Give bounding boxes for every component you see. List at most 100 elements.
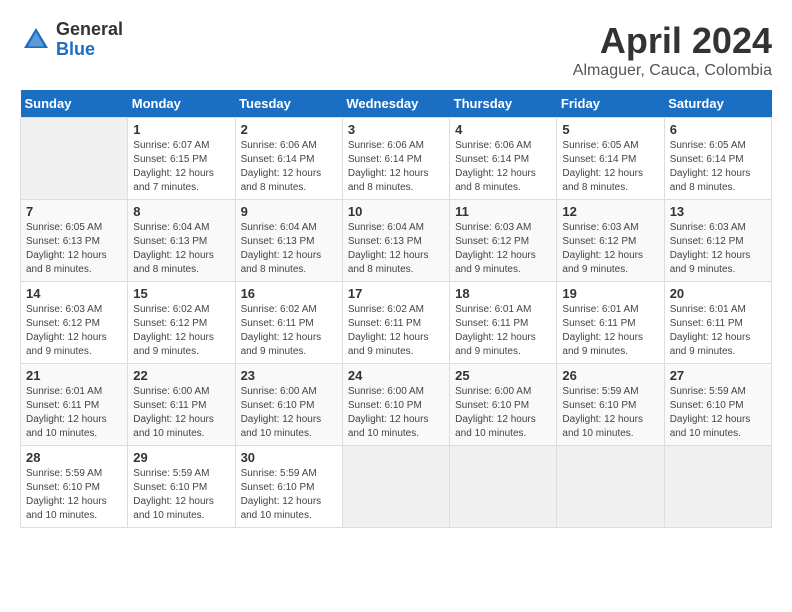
day-info: Sunrise: 6:00 AMSunset: 6:10 PMDaylight:…	[348, 385, 444, 441]
day-number: 29	[133, 450, 229, 465]
day-info: Sunrise: 6:03 AMSunset: 6:12 PMDaylight:…	[670, 221, 766, 277]
day-info: Sunrise: 5:59 AMSunset: 6:10 PMDaylight:…	[562, 385, 658, 441]
table-row: 11 Sunrise: 6:03 AMSunset: 6:12 PMDaylig…	[450, 200, 557, 282]
day-number: 19	[562, 286, 658, 301]
table-row: 20 Sunrise: 6:01 AMSunset: 6:11 PMDaylig…	[664, 282, 771, 364]
day-number: 25	[455, 368, 551, 383]
table-row	[21, 118, 128, 200]
day-info: Sunrise: 6:03 AMSunset: 6:12 PMDaylight:…	[455, 221, 551, 277]
day-number: 12	[562, 204, 658, 219]
calendar-week-row: 14 Sunrise: 6:03 AMSunset: 6:12 PMDaylig…	[21, 282, 772, 364]
day-number: 18	[455, 286, 551, 301]
table-row: 21 Sunrise: 6:01 AMSunset: 6:11 PMDaylig…	[21, 364, 128, 446]
header-monday: Monday	[128, 90, 235, 118]
logo-blue-text: Blue	[56, 40, 123, 60]
day-number: 17	[348, 286, 444, 301]
day-number: 7	[26, 204, 122, 219]
table-row: 5 Sunrise: 6:05 AMSunset: 6:14 PMDayligh…	[557, 118, 664, 200]
page-header: General Blue April 2024 Almaguer, Cauca,…	[20, 20, 772, 80]
table-row: 24 Sunrise: 6:00 AMSunset: 6:10 PMDaylig…	[342, 364, 449, 446]
table-row: 9 Sunrise: 6:04 AMSunset: 6:13 PMDayligh…	[235, 200, 342, 282]
table-row: 22 Sunrise: 6:00 AMSunset: 6:11 PMDaylig…	[128, 364, 235, 446]
day-info: Sunrise: 6:00 AMSunset: 6:11 PMDaylight:…	[133, 385, 229, 441]
header-thursday: Thursday	[450, 90, 557, 118]
calendar-week-row: 7 Sunrise: 6:05 AMSunset: 6:13 PMDayligh…	[21, 200, 772, 282]
table-row: 18 Sunrise: 6:01 AMSunset: 6:11 PMDaylig…	[450, 282, 557, 364]
day-number: 14	[26, 286, 122, 301]
table-row: 15 Sunrise: 6:02 AMSunset: 6:12 PMDaylig…	[128, 282, 235, 364]
table-row	[342, 446, 449, 528]
day-number: 30	[241, 450, 337, 465]
table-row	[557, 446, 664, 528]
table-row: 30 Sunrise: 5:59 AMSunset: 6:10 PMDaylig…	[235, 446, 342, 528]
day-number: 4	[455, 122, 551, 137]
day-number: 9	[241, 204, 337, 219]
day-number: 24	[348, 368, 444, 383]
day-info: Sunrise: 6:03 AMSunset: 6:12 PMDaylight:…	[562, 221, 658, 277]
calendar-week-row: 21 Sunrise: 6:01 AMSunset: 6:11 PMDaylig…	[21, 364, 772, 446]
table-row: 10 Sunrise: 6:04 AMSunset: 6:13 PMDaylig…	[342, 200, 449, 282]
day-number: 10	[348, 204, 444, 219]
day-info: Sunrise: 6:06 AMSunset: 6:14 PMDaylight:…	[348, 139, 444, 195]
day-info: Sunrise: 5:59 AMSunset: 6:10 PMDaylight:…	[133, 467, 229, 523]
day-number: 26	[562, 368, 658, 383]
day-number: 2	[241, 122, 337, 137]
table-row: 26 Sunrise: 5:59 AMSunset: 6:10 PMDaylig…	[557, 364, 664, 446]
table-row: 1 Sunrise: 6:07 AMSunset: 6:15 PMDayligh…	[128, 118, 235, 200]
day-info: Sunrise: 6:05 AMSunset: 6:13 PMDaylight:…	[26, 221, 122, 277]
table-row: 12 Sunrise: 6:03 AMSunset: 6:12 PMDaylig…	[557, 200, 664, 282]
table-row: 4 Sunrise: 6:06 AMSunset: 6:14 PMDayligh…	[450, 118, 557, 200]
day-info: Sunrise: 6:06 AMSunset: 6:14 PMDaylight:…	[241, 139, 337, 195]
day-number: 11	[455, 204, 551, 219]
calendar-table: Sunday Monday Tuesday Wednesday Thursday…	[20, 90, 772, 528]
table-row: 13 Sunrise: 6:03 AMSunset: 6:12 PMDaylig…	[664, 200, 771, 282]
table-row: 29 Sunrise: 5:59 AMSunset: 6:10 PMDaylig…	[128, 446, 235, 528]
day-info: Sunrise: 6:00 AMSunset: 6:10 PMDaylight:…	[455, 385, 551, 441]
day-info: Sunrise: 6:04 AMSunset: 6:13 PMDaylight:…	[241, 221, 337, 277]
header-sunday: Sunday	[21, 90, 128, 118]
logo-general-text: General	[56, 20, 123, 40]
table-row: 27 Sunrise: 5:59 AMSunset: 6:10 PMDaylig…	[664, 364, 771, 446]
table-row: 19 Sunrise: 6:01 AMSunset: 6:11 PMDaylig…	[557, 282, 664, 364]
day-number: 16	[241, 286, 337, 301]
header-wednesday: Wednesday	[342, 90, 449, 118]
month-year-title: April 2024	[573, 20, 772, 62]
day-info: Sunrise: 5:59 AMSunset: 6:10 PMDaylight:…	[26, 467, 122, 523]
day-info: Sunrise: 6:03 AMSunset: 6:12 PMDaylight:…	[26, 303, 122, 359]
day-info: Sunrise: 6:02 AMSunset: 6:11 PMDaylight:…	[241, 303, 337, 359]
day-info: Sunrise: 6:01 AMSunset: 6:11 PMDaylight:…	[670, 303, 766, 359]
location-subtitle: Almaguer, Cauca, Colombia	[573, 62, 772, 80]
title-block: April 2024 Almaguer, Cauca, Colombia	[573, 20, 772, 80]
day-number: 15	[133, 286, 229, 301]
day-info: Sunrise: 5:59 AMSunset: 6:10 PMDaylight:…	[670, 385, 766, 441]
day-number: 5	[562, 122, 658, 137]
calendar-week-row: 1 Sunrise: 6:07 AMSunset: 6:15 PMDayligh…	[21, 118, 772, 200]
day-number: 23	[241, 368, 337, 383]
logo: General Blue	[20, 20, 123, 60]
table-row: 8 Sunrise: 6:04 AMSunset: 6:13 PMDayligh…	[128, 200, 235, 282]
table-row	[450, 446, 557, 528]
table-row: 28 Sunrise: 5:59 AMSunset: 6:10 PMDaylig…	[21, 446, 128, 528]
day-info: Sunrise: 6:05 AMSunset: 6:14 PMDaylight:…	[562, 139, 658, 195]
day-info: Sunrise: 6:07 AMSunset: 6:15 PMDaylight:…	[133, 139, 229, 195]
day-number: 6	[670, 122, 766, 137]
day-info: Sunrise: 5:59 AMSunset: 6:10 PMDaylight:…	[241, 467, 337, 523]
day-number: 13	[670, 204, 766, 219]
day-number: 27	[670, 368, 766, 383]
day-info: Sunrise: 6:02 AMSunset: 6:12 PMDaylight:…	[133, 303, 229, 359]
logo-icon	[20, 24, 52, 56]
header-saturday: Saturday	[664, 90, 771, 118]
table-row: 3 Sunrise: 6:06 AMSunset: 6:14 PMDayligh…	[342, 118, 449, 200]
day-info: Sunrise: 6:04 AMSunset: 6:13 PMDaylight:…	[133, 221, 229, 277]
day-info: Sunrise: 6:01 AMSunset: 6:11 PMDaylight:…	[562, 303, 658, 359]
day-number: 8	[133, 204, 229, 219]
calendar-header-row: Sunday Monday Tuesday Wednesday Thursday…	[21, 90, 772, 118]
day-info: Sunrise: 6:01 AMSunset: 6:11 PMDaylight:…	[455, 303, 551, 359]
table-row: 7 Sunrise: 6:05 AMSunset: 6:13 PMDayligh…	[21, 200, 128, 282]
day-number: 21	[26, 368, 122, 383]
day-number: 22	[133, 368, 229, 383]
header-friday: Friday	[557, 90, 664, 118]
day-info: Sunrise: 6:04 AMSunset: 6:13 PMDaylight:…	[348, 221, 444, 277]
day-info: Sunrise: 6:02 AMSunset: 6:11 PMDaylight:…	[348, 303, 444, 359]
table-row: 14 Sunrise: 6:03 AMSunset: 6:12 PMDaylig…	[21, 282, 128, 364]
